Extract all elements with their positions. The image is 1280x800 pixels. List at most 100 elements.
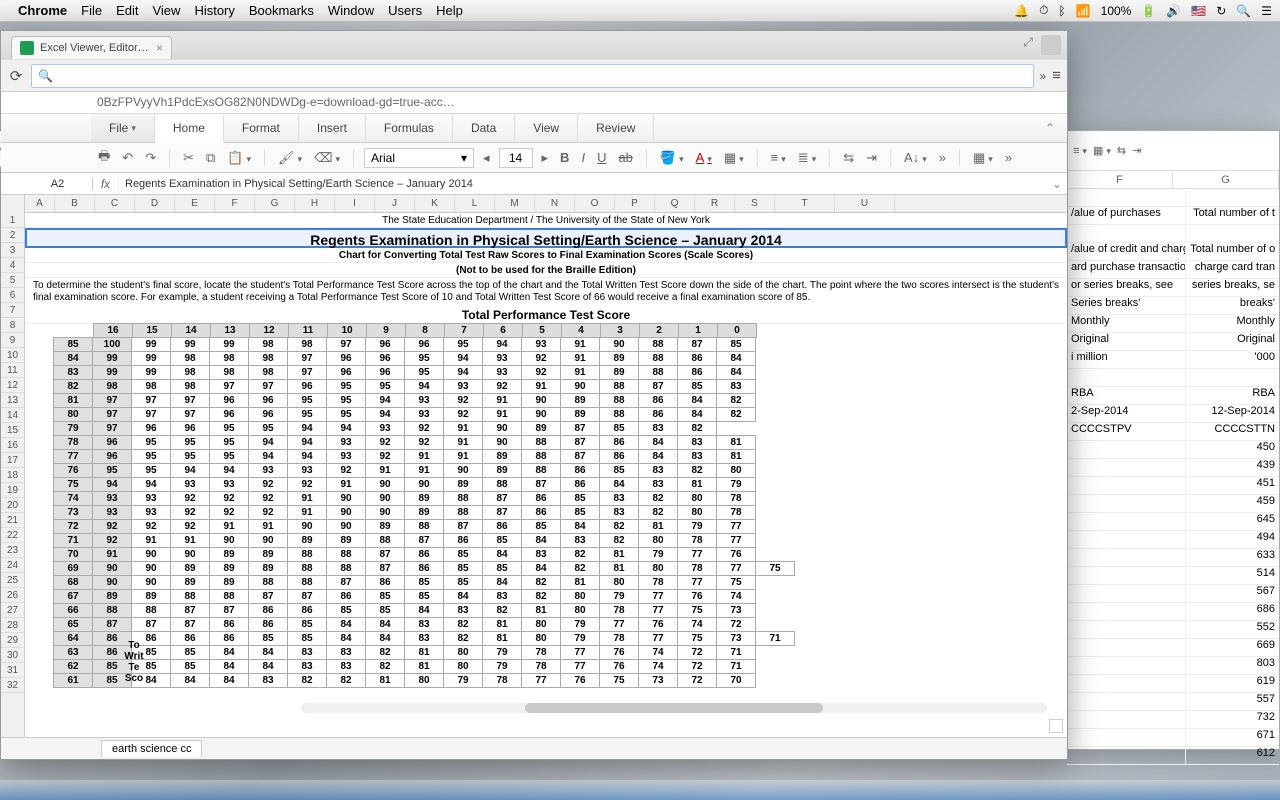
row-header[interactable]: 25 — [1, 573, 24, 588]
matrix-cell[interactable]: 96 — [326, 365, 366, 380]
matrix-cell[interactable]: 92 — [92, 533, 132, 548]
bg-col-G[interactable]: G — [1173, 171, 1279, 188]
matrix-cell[interactable]: 80 — [521, 617, 561, 632]
matrix-cell[interactable]: 85 — [560, 491, 600, 506]
matrix-cell[interactable]: 92 — [404, 421, 444, 436]
matrix-cell[interactable]: 87 — [560, 435, 600, 450]
matrix-cell[interactable]: 87 — [560, 421, 600, 436]
matrix-cell[interactable]: 68 — [53, 575, 93, 590]
matrix-cell[interactable]: 89 — [170, 561, 210, 576]
matrix-cell[interactable]: 89 — [599, 365, 639, 380]
matrix-cell[interactable]: 88 — [326, 547, 366, 562]
bg-cell[interactable]: 2-Sep-2014 — [1067, 405, 1186, 422]
bold-button[interactable]: B — [557, 150, 572, 165]
matrix-cell[interactable]: 92 — [170, 505, 210, 520]
matrix-cell[interactable]: 90 — [131, 547, 171, 562]
matrix-cell[interactable]: 84 — [365, 617, 405, 632]
matrix-cell[interactable]: 88 — [131, 603, 171, 618]
italic-button[interactable]: I — [578, 150, 588, 165]
matrix-cell[interactable]: 82 — [443, 631, 483, 646]
matrix-cell[interactable]: 83 — [404, 631, 444, 646]
bg-cell[interactable]: 619 — [1186, 675, 1279, 692]
bg-cell[interactable] — [1067, 585, 1186, 602]
matrix-cell[interactable]: 93 — [482, 351, 522, 366]
matrix-cell[interactable]: 89 — [287, 533, 327, 548]
matrix-cell[interactable]: 81 — [404, 645, 444, 660]
matrix-cell[interactable]: 96 — [326, 351, 366, 366]
menu-extras-icon[interactable]: ☰ — [1261, 4, 1272, 18]
matrix-cell[interactable]: 85 — [53, 337, 93, 352]
ribbon-collapse-icon[interactable]: ⌃ — [1033, 114, 1067, 142]
matrix-cell[interactable]: 83 — [599, 505, 639, 520]
matrix-cell[interactable]: 90 — [248, 533, 288, 548]
matrix-cell[interactable]: 77 — [53, 449, 93, 464]
matrix-cell[interactable]: 88 — [599, 393, 639, 408]
ribbon-format[interactable]: Format — [224, 114, 299, 142]
matrix-cell[interactable]: 85 — [677, 379, 717, 394]
battery-icon[interactable]: 🔋 — [1141, 4, 1156, 18]
matrix-cell[interactable]: 82 — [599, 519, 639, 534]
matrix-cell[interactable]: 99 — [131, 337, 171, 352]
underline-button[interactable]: U — [594, 150, 609, 165]
matrix-cell[interactable]: 87 — [482, 505, 522, 520]
matrix-cell[interactable]: 89 — [170, 575, 210, 590]
matrix-cell[interactable]: 88 — [521, 435, 561, 450]
matrix-cell[interactable]: 83 — [326, 645, 366, 660]
matrix-cell[interactable]: 78 — [599, 603, 639, 618]
matrix-cell[interactable]: 82 — [287, 673, 327, 688]
matrix-cell[interactable]: 92 — [443, 407, 483, 422]
matrix-cell[interactable]: 82 — [599, 533, 639, 548]
bg-row[interactable]: 803 — [1067, 657, 1279, 675]
matrix-cell[interactable]: 91 — [248, 519, 288, 534]
row-header[interactable]: 23 — [1, 543, 24, 558]
bg-row[interactable]: 671 — [1067, 729, 1279, 747]
matrix-cell[interactable]: 80 — [677, 491, 717, 506]
row-header[interactable]: 27 — [1, 603, 24, 618]
matrix-cell[interactable]: 84 — [638, 435, 678, 450]
matrix-cell[interactable]: 78 — [599, 631, 639, 646]
reload-icon[interactable]: ⟳ — [7, 67, 25, 85]
matrix-cell[interactable]: 94 — [248, 449, 288, 464]
sheet-tab-1[interactable]: earth science cc — [101, 740, 202, 757]
matrix-cell[interactable]: 81 — [638, 519, 678, 534]
matrix-cell[interactable]: 84 — [482, 547, 522, 562]
matrix-cell[interactable]: 88 — [287, 575, 327, 590]
matrix-cell[interactable]: 87 — [326, 575, 366, 590]
row-header[interactable]: 1 — [1, 213, 24, 228]
bg-wrap-icon[interactable]: ⇥ — [1132, 144, 1141, 157]
bg-cell[interactable] — [1067, 711, 1186, 728]
matrix-cell[interactable]: 72 — [677, 673, 717, 688]
bg-cell[interactable]: 645 — [1186, 513, 1279, 530]
url-box[interactable]: 🔍 — [31, 64, 1034, 88]
redo-icon[interactable]: ↷ — [142, 150, 159, 166]
fx-expand-icon[interactable]: ⌄ — [1047, 177, 1067, 191]
bg-row[interactable]: /alue of credit and chargeTotal number o… — [1067, 243, 1279, 261]
matrix-cell[interactable]: 85 — [482, 561, 522, 576]
matrix-cell[interactable]: 77 — [638, 589, 678, 604]
col-header[interactable]: C — [95, 195, 135, 212]
matrix-cell[interactable]: 91 — [443, 449, 483, 464]
bg-cell[interactable] — [1067, 639, 1186, 656]
matrix-cell[interactable]: 86 — [287, 603, 327, 618]
matrix-cell[interactable]: 90 — [521, 407, 561, 422]
matrix-cell[interactable]: 82 — [677, 421, 717, 436]
ribbon-file[interactable]: File — [91, 114, 155, 142]
font-dec-icon[interactable]: ◂ — [480, 150, 493, 166]
matrix-cell[interactable]: 66 — [53, 603, 93, 618]
matrix-cell[interactable]: 78 — [482, 673, 522, 688]
matrix-cell[interactable]: 82 — [365, 659, 405, 674]
matrix-cell[interactable]: 89 — [365, 519, 405, 534]
matrix-cell[interactable]: 74 — [677, 617, 717, 632]
row-header[interactable]: 30 — [1, 648, 24, 663]
matrix-cell[interactable]: 96 — [209, 407, 249, 422]
matrix-cell[interactable]: 81 — [482, 631, 522, 646]
matrix-cell[interactable]: 93 — [92, 491, 132, 506]
bg-row[interactable]: 557 — [1067, 693, 1279, 711]
matrix-cell[interactable]: 92 — [131, 519, 171, 534]
matrix-cell[interactable]: 84 — [521, 561, 561, 576]
matrix-cell[interactable]: 86 — [599, 435, 639, 450]
matrix-cell[interactable]: 99 — [92, 365, 132, 380]
matrix-cell[interactable]: 86 — [365, 575, 405, 590]
bg-cell[interactable]: 557 — [1186, 693, 1279, 710]
matrix-cell[interactable]: 79 — [482, 645, 522, 660]
